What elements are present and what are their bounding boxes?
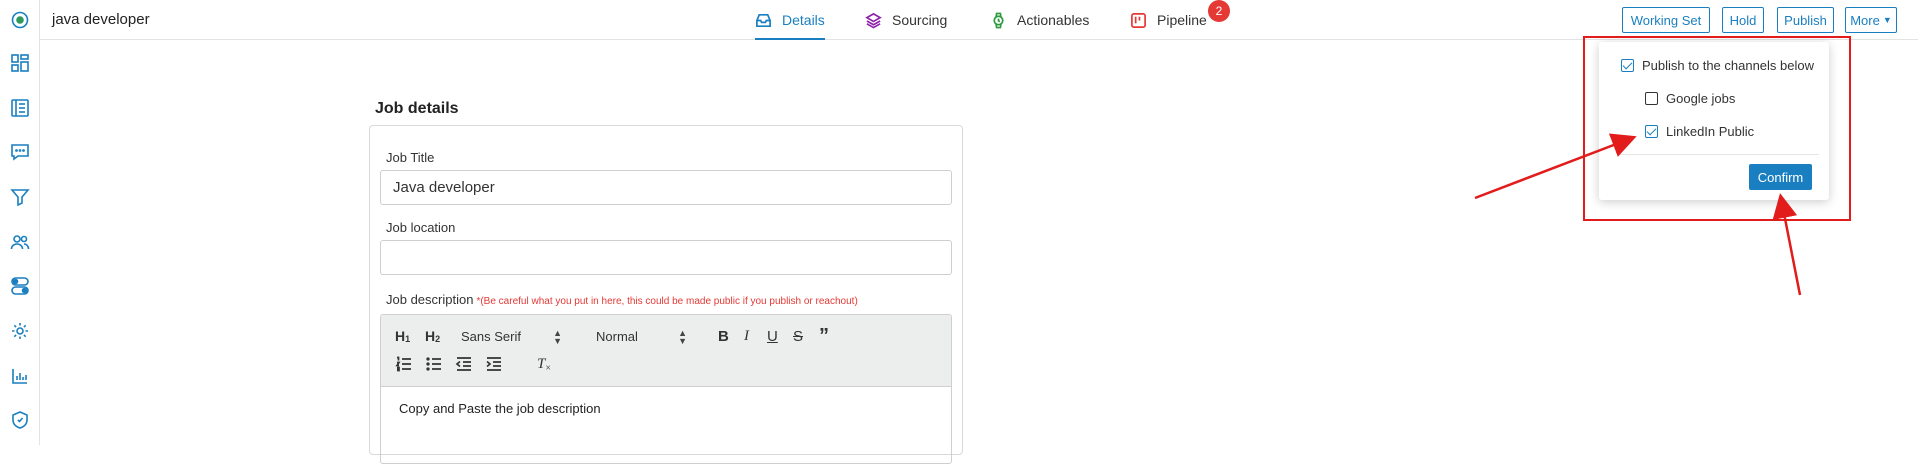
job-location-input[interactable] [380, 240, 952, 275]
kanban-icon [1131, 12, 1146, 28]
pipeline-count-badge: 2 [1208, 0, 1230, 22]
chat-icon[interactable] [8, 140, 32, 164]
strikethrough-icon[interactable]: S [793, 325, 803, 347]
select-arrows-icon: ▲ ▼ [553, 328, 562, 346]
indent-icon[interactable] [485, 353, 503, 375]
chart-icon[interactable] [8, 364, 32, 388]
job-description-label: Job description [386, 292, 474, 307]
editor-toolbar: H1 H2 Sans Serif ▲ ▼ Normal ▲ ▼ B I U S ” [381, 315, 951, 387]
filter-icon[interactable] [8, 185, 32, 209]
more-button-label: More [1850, 12, 1880, 28]
italic-icon[interactable]: I [744, 325, 749, 347]
font-size-select[interactable]: Normal ▲ ▼ [596, 325, 691, 347]
editor-content[interactable]: Copy and Paste the job description [399, 401, 601, 416]
inbox-icon [756, 13, 771, 27]
more-dropdown-button[interactable]: More ▼ [1845, 7, 1897, 33]
publish-channels-popup: Publish to the channels below Google job… [1599, 42, 1829, 200]
chevron-down-icon: ▼ [1882, 15, 1892, 25]
dashboard-icon[interactable] [8, 51, 32, 75]
tab-details-label: Details [782, 12, 825, 28]
confirm-button[interactable]: Confirm [1749, 164, 1812, 190]
job-details-card: Job Title Java developer Job location Jo… [369, 125, 963, 464]
publish-channels-checkbox[interactable]: Publish to the channels below [1621, 58, 1814, 73]
tab-actionables[interactable]: Actionables [990, 0, 1089, 40]
shield-icon[interactable] [8, 408, 32, 432]
rich-text-editor: H1 H2 Sans Serif ▲ ▼ Normal ▲ ▼ B I U S ” [380, 314, 952, 464]
watch-icon [993, 12, 1004, 28]
tab-actionables-label: Actionables [1017, 12, 1090, 28]
job-description-warning: *(Be careful what you put in here, this … [476, 296, 858, 307]
underline-icon[interactable]: U [767, 325, 778, 347]
checkbox-checked-icon [1645, 125, 1658, 138]
job-location-label: Job location [386, 220, 456, 235]
toggle-icon[interactable] [8, 274, 32, 298]
top-bar: java developer Details Sourcing Actionab… [40, 0, 1918, 40]
heading2-icon[interactable]: H2 [425, 325, 440, 347]
tab-pipeline[interactable]: Pipeline [1130, 0, 1207, 40]
logo-icon[interactable] [8, 8, 32, 32]
sidebar [0, 0, 40, 445]
font-family-select[interactable]: Sans Serif ▲ ▼ [461, 325, 566, 347]
bold-icon[interactable]: B [718, 325, 729, 347]
job-details-heading: Job details [375, 100, 459, 117]
font-size-value: Normal [596, 328, 638, 344]
page-title: java developer [52, 11, 150, 28]
tab-sourcing[interactable]: Sourcing [865, 0, 947, 40]
job-title-label: Job Title [386, 150, 435, 165]
list-icon[interactable] [8, 96, 32, 120]
checkbox-checked-icon [1621, 59, 1634, 72]
linkedin-public-checkbox[interactable]: LinkedIn Public [1645, 124, 1754, 139]
heading1-icon[interactable]: H1 [395, 325, 410, 347]
layers-icon [865, 12, 882, 29]
working-set-button[interactable]: Working Set [1622, 7, 1710, 33]
tab-pipeline-label: Pipeline [1157, 12, 1207, 28]
blockquote-icon[interactable]: ” [819, 325, 829, 347]
google-jobs-checkbox[interactable]: Google jobs [1645, 91, 1735, 106]
gear-icon[interactable] [8, 319, 32, 343]
ordered-list-icon[interactable] [395, 353, 413, 375]
select-arrows-icon: ▲ ▼ [678, 328, 687, 346]
linkedin-public-label: LinkedIn Public [1666, 124, 1755, 139]
font-family-value: Sans Serif [461, 328, 521, 344]
hold-button[interactable]: Hold [1722, 7, 1764, 33]
tab-details[interactable]: Details [755, 0, 825, 40]
popup-divider [1619, 154, 1819, 155]
publish-channels-label: Publish to the channels below [1642, 58, 1815, 73]
checkbox-unchecked-icon [1645, 92, 1658, 105]
publish-button[interactable]: Publish [1777, 7, 1834, 33]
bullet-list-icon[interactable] [425, 353, 443, 375]
outdent-icon[interactable] [455, 353, 473, 375]
clear-format-icon[interactable]: T × [537, 353, 551, 375]
arrow-to-confirm [1772, 193, 1802, 296]
tab-sourcing-label: Sourcing [892, 12, 948, 28]
users-icon[interactable] [8, 230, 32, 254]
job-description-label-row: Job description *(Be careful what you put… [386, 292, 858, 307]
logo-svg [11, 11, 29, 29]
google-jobs-label: Google jobs [1666, 91, 1736, 106]
job-title-input[interactable]: Java developer [380, 170, 952, 205]
